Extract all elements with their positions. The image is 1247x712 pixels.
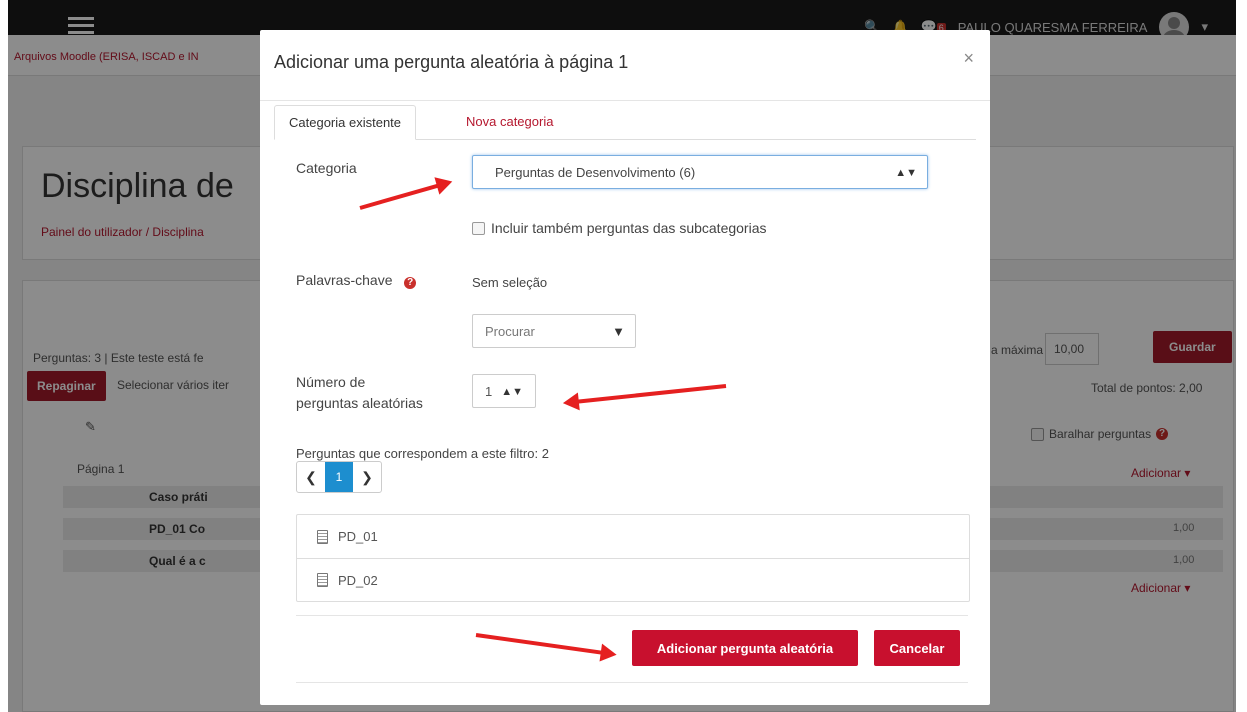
search-placeholder: Procurar — [485, 324, 535, 339]
category-tabs: Categoria existente Nova categoria — [274, 105, 976, 140]
random-question-dialog: Adicionar uma pergunta aleatória à págin… — [260, 30, 990, 705]
category-select-value: Perguntas de Desenvolvimento (6) — [495, 165, 696, 180]
no-selection-text: Sem seleção — [472, 275, 548, 290]
matching-count: Perguntas que correspondem a este filtro… — [296, 446, 549, 461]
cancel-button[interactable]: Cancelar — [874, 630, 960, 666]
keywords-label: Palavras-chave — [296, 272, 393, 288]
category-label: Categoria — [296, 160, 357, 176]
question-name: PD_01 — [338, 529, 378, 544]
number-select-value: 1 — [485, 384, 493, 399]
divider — [260, 100, 990, 101]
dialog-title: Adicionar uma pergunta aleatória à págin… — [274, 52, 629, 72]
next-page-icon[interactable]: ❯ — [353, 462, 381, 492]
list-item: PD_01 — [297, 515, 969, 558]
include-subcategories-label: Incluir também perguntas das subcategori… — [491, 220, 767, 236]
number-label-line2: perguntas aleatórias — [296, 395, 423, 411]
list-item: PD_02 — [297, 558, 969, 601]
select-arrows-icon: ▲▼ — [895, 167, 917, 179]
document-icon — [317, 573, 328, 587]
tab-existing-category[interactable]: Categoria existente — [274, 105, 417, 140]
divider — [296, 615, 968, 616]
category-select[interactable]: Perguntas de Desenvolvimento (6) ▲▼ — [472, 155, 928, 189]
help-icon[interactable]: ? — [404, 277, 417, 289]
include-subcategories-checkbox[interactable] — [472, 221, 485, 235]
prev-page-icon[interactable]: ❮ — [297, 462, 325, 492]
close-icon[interactable]: × — [963, 48, 974, 69]
question-name: PD_02 — [338, 572, 378, 588]
document-icon — [317, 529, 328, 544]
select-arrows-icon: ▲▼ — [501, 386, 523, 398]
number-label: Número de perguntas aleatórias — [296, 372, 423, 414]
number-select[interactable]: 1 ▲▼ — [472, 374, 536, 408]
pagination: ❮ 1 ❯ — [296, 461, 382, 493]
keywords-search-select[interactable]: Procurar ▼ — [472, 314, 636, 348]
divider — [296, 682, 968, 683]
current-page[interactable]: 1 — [325, 462, 353, 492]
dropdown-arrow-icon: ▼ — [612, 324, 625, 339]
number-label-line1: Número de — [296, 374, 366, 390]
matching-questions-list: PD_01 PD_02 — [296, 514, 970, 602]
add-random-question-button[interactable]: Adicionar pergunta aleatória — [632, 630, 858, 666]
tab-new-category[interactable]: Nova categoria — [452, 105, 567, 138]
